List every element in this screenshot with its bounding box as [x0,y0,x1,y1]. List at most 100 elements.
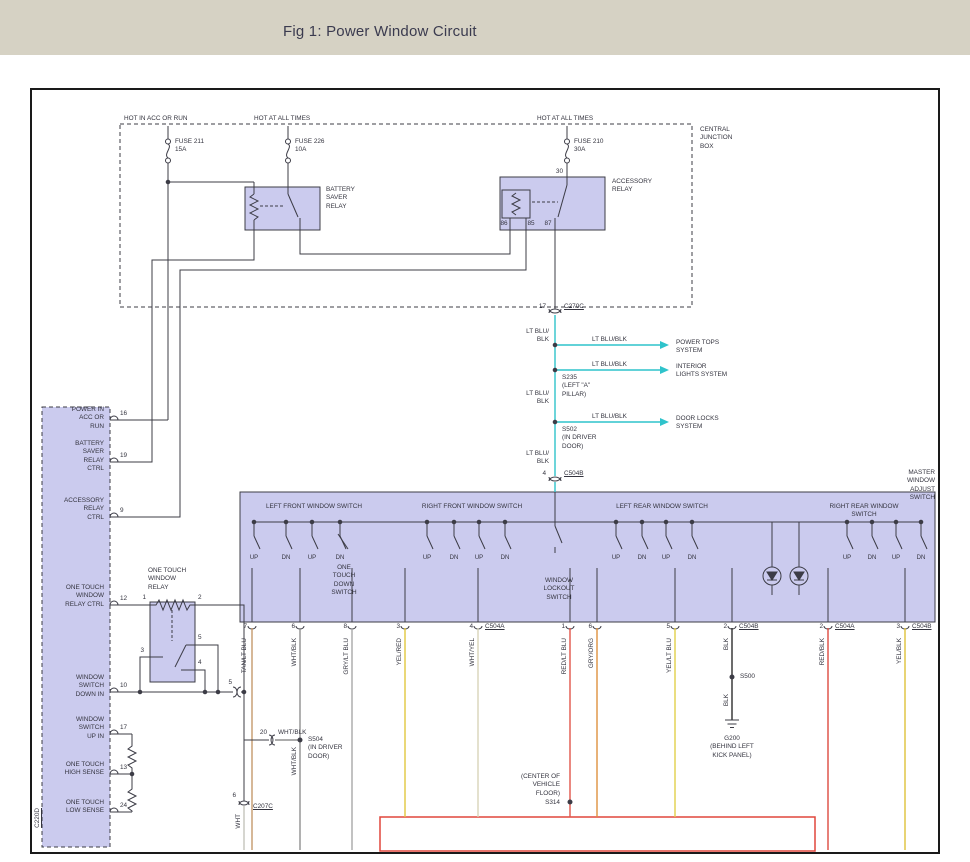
switch-pos-label-10: DN [638,555,647,563]
acc-relay-pin-87-label: 87 [544,220,551,228]
right-rear-window-switch-label: RIGHT REAR WINDOW SWITCH [827,503,901,520]
diagram-labels: HOT IN ACC OR RUN HOT AT ALL TIMES HOT AT … [32,90,938,852]
hot-in-acc-or-run-label: HOT IN ACC OR RUN [124,115,187,123]
switch-pos-label-11: UP [662,555,670,563]
wire-yel-lt-blu-label: YEL/LT BLU [666,638,674,673]
fuse-210-label: FUSE 210 30A [574,138,603,155]
wire-wht-blk-label-2: WHT/BLK [291,747,299,775]
branch-lt-blu-blk-label-1: LT BLU/BLK [592,336,627,344]
bottom-pin-3-a-label: 3 [396,623,400,631]
s500-label: S500 [740,673,755,681]
sidebar-one-touch-relay-label: ONE TOUCH WINDOW RELAY CTRL [65,584,104,609]
sidebar-power-in-label: POWER IN ACC OR RUN [72,406,104,431]
s314-label: S314 [545,799,560,807]
c270c-pin-17-label: 17 [539,303,546,311]
wire-tan-lt-blu-label: TAN/LT BLU [241,638,249,673]
branch-lt-blu-blk-label-2: LT BLU/BLK [592,361,627,369]
sidebar-window-down-label: WINDOW SWITCH DOWN IN [76,674,104,699]
wire-wht-yel-label: WHT/YEL [469,638,477,666]
switch-pos-label-1: UP [250,555,258,563]
switch-pos-label-8: DN [501,555,510,563]
c220d-label: C220D [34,808,42,828]
sidebar-one-touch-high-label: ONE TOUCH HIGH SENSE [65,761,104,778]
wire-lt-blu-blk-label-1: LT BLU/ BLK [526,328,549,345]
c504b-label-3: C504B [912,623,932,631]
c504a-label-1: C504A [485,623,505,631]
wire-blk-label-1: BLK [723,638,731,650]
c207c-pin-6-label: 6 [232,792,236,800]
switch-pos-label-6: DN [450,555,459,563]
sidebar-accessory-label: ACCESSORY RELAY CTRL [64,497,104,522]
window-lockout-switch-label: WINDOW LOCKOUT SWITCH [544,577,575,602]
sidebar-pin-12-label: 12 [120,595,127,603]
central-junction-box-label: CENTRAL JUNCTION BOX [700,126,732,151]
page: { "title": "Fig 1: Power Window Circuit"… [0,0,970,862]
switch-pos-label-7: UP [475,555,483,563]
sidebar-one-touch-low-label: ONE TOUCH LOW SENSE [66,799,104,816]
switch-pos-label-13: UP [843,555,851,563]
wire-lt-blu-blk-label-3: LT BLU/ BLK [526,450,549,467]
wire-wht-blk-label-1: WHT/BLK [291,638,299,666]
left-front-window-switch-label: LEFT FRONT WINDOW SWITCH [266,503,362,511]
wire-red-lt-blu-label: RED/LT BLU [561,638,569,674]
otr-pin-5-label: 5 [198,634,202,642]
bottom-pin-6-a-label: 6 [291,623,295,631]
hot-at-all-times-label-2: HOT AT ALL TIMES [537,115,593,123]
hot-at-all-times-label-1: HOT AT ALL TIMES [254,115,310,123]
switch-pos-label-5: UP [423,555,431,563]
bottom-pin-7-label: 7 [243,623,247,631]
c270c-label: C270C [564,303,584,311]
otr-pin-3-label: 3 [140,647,144,655]
bottom-pin-6-b-label: 6 [588,623,592,631]
switch-pos-label-14: DN [868,555,877,563]
bottom-pin-4-label: 4 [469,623,473,631]
bottom-pin-3-b-label: 3 [896,623,900,631]
sidebar-pin-13-label: 13 [120,764,127,772]
sidebar-battery-saver-label: BATTERY SAVER RELAY CTRL [75,440,104,473]
otr-pin-1-label: 1 [142,594,146,602]
switch-pos-label-3: UP [308,555,316,563]
switch-pos-label-16: DN [917,555,926,563]
master-window-adjust-switch-label: MASTER WINDOW ADJUST SWITCH [907,469,935,502]
sidebar-pin-9-label: 9 [120,507,124,515]
bottom-pin-2-b-label: 2 [819,623,823,631]
wire-wht-label: WHT [235,814,243,829]
one-touch-window-relay-label: ONE TOUCH WINDOW RELAY [148,567,186,592]
c504b-label-2: C504B [739,623,759,631]
bottom-pin-5-label: 5 [666,623,670,631]
wire-red-blk-label: RED/BLK [819,638,827,665]
accessory-relay-label: ACCESSORY RELAY [612,178,652,195]
otr-pin-2-label: 2 [198,594,202,602]
c207c-label: C207C [253,803,273,811]
sidebar-pin-24-label: 24 [120,802,127,810]
switch-pos-label-2: DN [282,555,291,563]
c504a-label-2: C504A [835,623,855,631]
figure-title-banner: Fig 1: Power Window Circuit [0,0,970,55]
branch-lt-blu-blk-label-3: LT BLU/BLK [592,413,627,421]
one-touch-down-switch-label: ONE TOUCH DOWN SWITCH [331,564,356,597]
branch-wht-blk-label: WHT/BLK [278,729,306,737]
s235-label: S235 (LEFT "A" PILLAR) [562,374,590,399]
figure-title: Fig 1: Power Window Circuit [283,23,477,40]
fuse-211-label: FUSE 211 15A [175,138,204,155]
wire-gry-lt-blu-label: GRY/LT BLU [343,638,351,675]
wire-blk-label-2: BLK [723,694,731,706]
fuse-226-label: FUSE 226 10A [295,138,324,155]
switch-pos-label-12: DN [688,555,697,563]
conn-pin-20-label: 20 [260,729,267,737]
wire-gry-org-label: GRY/ORG [588,638,596,668]
door-locks-system-label: DOOR LOCKS SYSTEM [676,415,719,432]
wire-yel-blk-label: YEL/BLK [896,638,904,664]
s504-label: S504 (IN DRIVER DOOR) [308,736,342,761]
acc-relay-pin-85-label: 85 [527,220,534,228]
right-front-window-switch-label: RIGHT FRONT WINDOW SWITCH [422,503,522,511]
wire-lt-blu-blk-label-2: LT BLU/ BLK [526,390,549,407]
sidebar-pin-10-label: 10 [120,682,127,690]
sidebar-pin-19-label: 19 [120,452,127,460]
switch-pos-label-4: DN [336,555,345,563]
bottom-pin-8-label: 8 [343,623,347,631]
wire-yel-red-label: YEL/RED [396,638,404,665]
switch-pos-label-15: UP [892,555,900,563]
power-tops-system-label: POWER TOPS SYSTEM [676,339,719,356]
sidebar-window-up-label: WINDOW SWITCH UP IN [76,716,104,741]
